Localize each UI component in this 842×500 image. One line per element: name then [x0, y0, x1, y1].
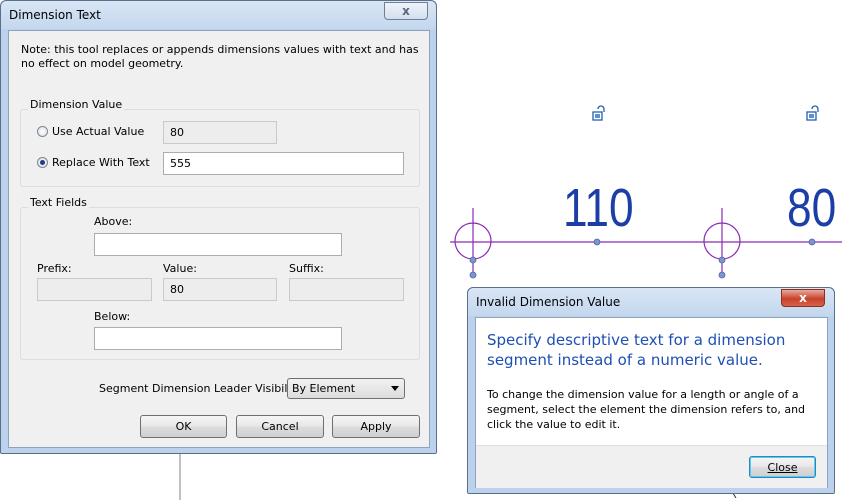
- below-label: Below:: [94, 310, 131, 323]
- radio-selected-dot: [40, 160, 45, 165]
- use-actual-value-radio[interactable]: [37, 126, 48, 137]
- dialog-client-area: Note: this tool replaces or appends dime…: [8, 30, 430, 448]
- value-label: Value:: [163, 262, 197, 275]
- suffix-label: Suffix:: [289, 262, 324, 275]
- above-input[interactable]: [94, 233, 342, 256]
- content-text: To change the dimension value for a leng…: [487, 388, 806, 431]
- dimension-value-group-title: Dimension Value: [28, 98, 125, 111]
- dimension-text-dialog: Dimension Text x Note: this tool replace…: [0, 0, 437, 454]
- ok-button[interactable]: OK: [140, 415, 227, 438]
- dimension-value-text[interactable]: 80: [787, 181, 836, 235]
- apply-button[interactable]: Apply: [332, 415, 420, 438]
- main-instruction: Specify descriptive text for a dimension…: [487, 331, 786, 369]
- actual-value-field: 80: [163, 121, 277, 144]
- leader-visibility-value: By Element: [292, 382, 356, 395]
- above-label: Above:: [94, 215, 133, 228]
- replace-with-text-label[interactable]: Replace With Text: [52, 156, 150, 169]
- cancel-button-label: Cancel: [261, 420, 299, 433]
- replace-text-input[interactable]: 555: [163, 152, 404, 175]
- suffix-input[interactable]: [289, 278, 404, 301]
- dimension-value-text[interactable]: 110: [563, 181, 634, 235]
- ok-button-label: OK: [175, 420, 192, 433]
- task-dialog-content: Specify descriptive text for a dimension…: [476, 318, 827, 445]
- chevron-down-icon: [391, 386, 399, 391]
- apply-button-label: Apply: [360, 420, 392, 433]
- close-dialog-button-label: Close: [767, 460, 798, 474]
- dialog-title-bar[interactable]: Invalid Dimension Value x: [468, 288, 834, 316]
- leader-visibility-label: Segment Dimension Leader Visibility:: [99, 382, 305, 395]
- cancel-button[interactable]: Cancel: [236, 415, 324, 438]
- prefix-input[interactable]: [37, 278, 152, 301]
- lock-icon[interactable]: [592, 105, 605, 121]
- grid-bubble[interactable]: [703, 208, 741, 279]
- leader-visibility-dropdown[interactable]: By Element: [287, 378, 405, 399]
- replace-with-text-radio[interactable]: [37, 157, 48, 168]
- use-actual-value-label[interactable]: Use Actual Value: [52, 125, 144, 138]
- dialog-title: Invalid Dimension Value: [476, 295, 621, 309]
- dialog-title-bar[interactable]: Dimension Text x: [1, 1, 436, 29]
- below-input[interactable]: [94, 327, 342, 350]
- dimension-grip[interactable]: [593, 238, 601, 246]
- task-dialog-footer: Close: [476, 445, 827, 488]
- lock-icon[interactable]: [806, 105, 819, 121]
- close-icon: x: [402, 4, 410, 18]
- close-dialog-button[interactable]: Close: [749, 456, 816, 478]
- close-button[interactable]: x: [384, 2, 428, 20]
- text-fields-group-title: Text Fields: [28, 196, 89, 209]
- prefix-label: Prefix:: [37, 262, 72, 275]
- invalid-dimension-dialog: Invalid Dimension Value x Specify descri…: [467, 287, 835, 494]
- close-icon: x: [799, 291, 807, 305]
- close-button[interactable]: x: [781, 289, 825, 307]
- dimension-grip[interactable]: [808, 238, 816, 246]
- dialog-title: Dimension Text: [9, 8, 101, 22]
- grid-bubble[interactable]: [454, 208, 492, 279]
- value-field: 80: [163, 278, 277, 301]
- note-text: Note: this tool replaces or appends dime…: [21, 43, 419, 70]
- dialog-client-area: Specify descriptive text for a dimension…: [475, 317, 828, 488]
